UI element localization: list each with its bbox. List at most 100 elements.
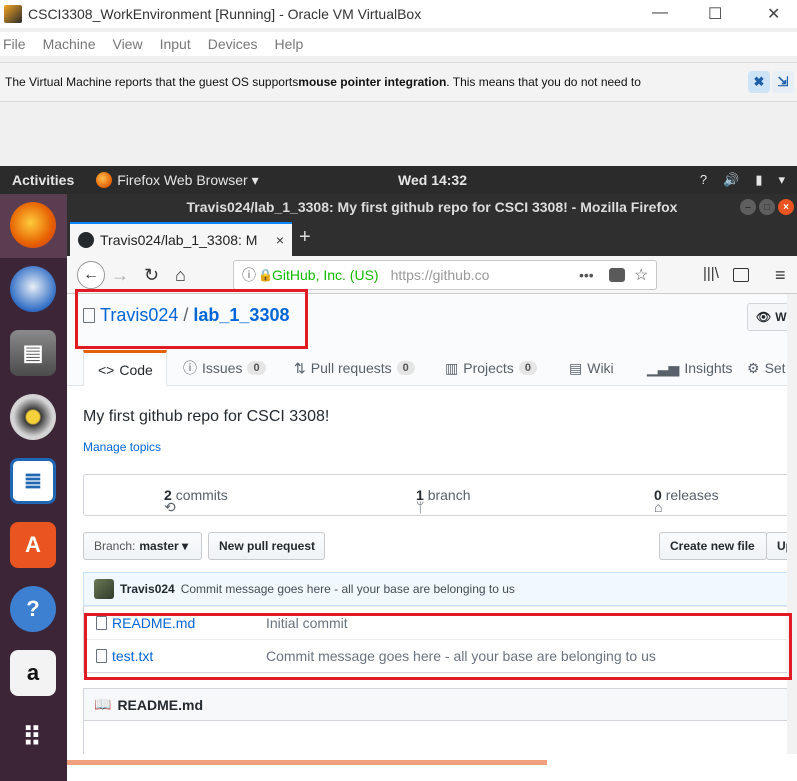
- tab-issues-label: Issues: [202, 360, 243, 376]
- branches-link[interactable]: ᛘ 1 branch: [416, 487, 471, 515]
- clock[interactable]: Wed 14:32: [398, 172, 467, 188]
- horizontal-scrollbar[interactable]: [67, 760, 547, 765]
- create-new-file-button[interactable]: Create new file: [659, 532, 767, 560]
- notice-suffix: . This means that you do not need to: [446, 75, 641, 89]
- vbox-menubar: File Machine View Input Devices Help: [0, 32, 797, 56]
- new-tab-button[interactable]: +: [299, 226, 311, 249]
- repo-summary: ⟲ 2 commits ᛘ 1 branch ⌂ 0 releases: [83, 474, 787, 516]
- minimize-icon[interactable]: —: [652, 4, 668, 22]
- watch-label: W: [775, 310, 787, 324]
- book-icon: 📖: [94, 696, 112, 712]
- releases-label: releases: [665, 487, 719, 503]
- ubuntu-launcher: ▤ ≣ A ? a ⠿: [0, 194, 67, 781]
- github-page: Travis024 / lab_1_3308 👁 W <> Code ⓘ Iss…: [67, 294, 787, 754]
- notice-dismiss-icon[interactable]: ✖: [748, 71, 770, 93]
- app-menu-label: Firefox Web Browser ▾: [117, 171, 259, 188]
- notice-bold: mouse pointer integration: [298, 75, 447, 89]
- menu-machine[interactable]: Machine: [43, 36, 96, 52]
- rhythmbox-icon[interactable]: [10, 394, 56, 440]
- menu-devices[interactable]: Devices: [208, 36, 258, 52]
- menu-file[interactable]: File: [3, 36, 26, 52]
- volume-icon: 🔊: [723, 172, 740, 187]
- forward-button[interactable]: →: [111, 265, 129, 286]
- branch-label: branch: [427, 487, 471, 503]
- vbox-window-title: CSCI3308_WorkEnvironment [Running] - Ora…: [28, 6, 422, 22]
- pr-count: 0: [396, 361, 415, 375]
- commits-link[interactable]: ⟲ 2 commits: [164, 487, 228, 515]
- tab-issues[interactable]: ⓘ Issues 0: [183, 350, 266, 386]
- system-tray[interactable]: ? 🔊 ▮ ▾: [700, 172, 785, 188]
- firefox-window-title: Travis024/lab_1_3308: My first github re…: [186, 199, 678, 215]
- hamburger-menu-icon[interactable]: ≡: [775, 265, 786, 286]
- app-menu[interactable]: Firefox Web Browser ▾: [96, 171, 259, 189]
- notice-disable-icon[interactable]: ⇲: [772, 71, 794, 93]
- writer-icon[interactable]: ≣: [10, 458, 56, 504]
- home-button[interactable]: ⌂: [175, 265, 186, 286]
- issues-count: 0: [247, 361, 266, 375]
- lock-icon: 🔒: [258, 268, 273, 282]
- menu-view[interactable]: View: [112, 36, 142, 52]
- menu-input[interactable]: Input: [160, 36, 191, 52]
- tab-code[interactable]: <> Code: [83, 350, 167, 386]
- highlight-repo-name: [75, 289, 308, 349]
- files-icon[interactable]: ▤: [10, 330, 56, 376]
- latest-commit-bar: Travis024 Commit message goes here - all…: [83, 572, 787, 606]
- tab-pr-label: Pull requests: [310, 360, 392, 376]
- releases-link[interactable]: ⌂ 0 releases: [654, 487, 719, 515]
- commit-message[interactable]: Commit message goes here - all your base…: [181, 582, 515, 596]
- menu-help[interactable]: Help: [275, 36, 304, 52]
- readme-title: README.md: [117, 696, 203, 713]
- project-icon: ▥: [445, 359, 459, 376]
- tab-close-icon[interactable]: ×: [276, 232, 284, 248]
- battery-icon: ▮: [755, 172, 763, 187]
- site-identity: GitHub, Inc. (US): [272, 267, 379, 283]
- url-bar[interactable]: ⓘ 🔒 GitHub, Inc. (US) https://github.co …: [233, 260, 657, 290]
- close-icon[interactable]: ✕: [767, 4, 780, 24]
- amazon-icon[interactable]: a: [10, 650, 56, 696]
- branch-select[interactable]: Branch: master ▾: [83, 532, 202, 560]
- help-icon[interactable]: ?: [10, 586, 56, 632]
- firefox-icon[interactable]: [10, 202, 56, 248]
- manage-topics-link[interactable]: Manage topics: [83, 440, 161, 454]
- maximize-icon[interactable]: ☐: [708, 4, 722, 24]
- readme-header: 📖 README.md: [84, 689, 787, 721]
- branch-select-label: Branch:: [94, 539, 136, 553]
- virtualbox-icon: [4, 5, 22, 23]
- page-actions-icon[interactable]: •••: [579, 267, 594, 283]
- commit-author[interactable]: Travis024: [120, 582, 175, 596]
- bookmark-star-icon[interactable]: ☆: [634, 265, 648, 285]
- tab-pull-requests[interactable]: ⇅ Pull requests 0: [294, 350, 415, 386]
- tab-wiki[interactable]: ▤ Wiki: [569, 350, 614, 386]
- tab-insights[interactable]: ▁▃▅ Insights: [647, 350, 733, 386]
- new-pull-request-button[interactable]: New pull request: [208, 532, 325, 560]
- tab-insights-label: Insights: [684, 360, 733, 376]
- info-icon[interactable]: ⓘ: [242, 265, 256, 285]
- thunderbird-icon[interactable]: [10, 266, 56, 312]
- issue-icon: ⓘ: [183, 360, 197, 376]
- library-icon[interactable]: |||\: [703, 265, 719, 282]
- projects-count: 0: [518, 361, 537, 375]
- watch-button[interactable]: 👁 W: [747, 303, 787, 331]
- back-button[interactable]: ←: [77, 261, 105, 289]
- ff-close-icon[interactable]: ×: [778, 199, 794, 215]
- github-favicon-icon: [78, 232, 94, 248]
- software-icon[interactable]: A: [10, 522, 56, 568]
- ff-maximize-icon[interactable]: □: [759, 199, 775, 215]
- active-tab[interactable]: Travis024/lab_1_3308: M ×: [70, 222, 292, 256]
- activities-button[interactable]: Activities: [12, 172, 74, 188]
- branch-select-value: master ▾: [139, 539, 189, 553]
- sidebar-icon[interactable]: [733, 268, 749, 282]
- apps-grid-icon[interactable]: ⠿: [10, 714, 56, 760]
- vertical-scrollbar[interactable]: [787, 294, 797, 754]
- readme-box: 📖 README.md: [83, 688, 787, 754]
- ubuntu-topbar: Activities Firefox Web Browser ▾ Wed 14:…: [0, 166, 797, 194]
- tab-wiki-label: Wiki: [587, 360, 614, 376]
- tab-settings[interactable]: ⚙ Set: [747, 350, 786, 386]
- upload-files-button[interactable]: Up: [766, 532, 787, 560]
- tab-projects[interactable]: ▥ Projects 0: [445, 350, 537, 386]
- commits-label: commits: [175, 487, 228, 503]
- ff-minimize-icon[interactable]: –: [740, 199, 756, 215]
- eye-icon: 👁: [756, 310, 772, 324]
- pocket-icon[interactable]: [609, 268, 625, 282]
- reload-button[interactable]: ↻: [144, 265, 159, 286]
